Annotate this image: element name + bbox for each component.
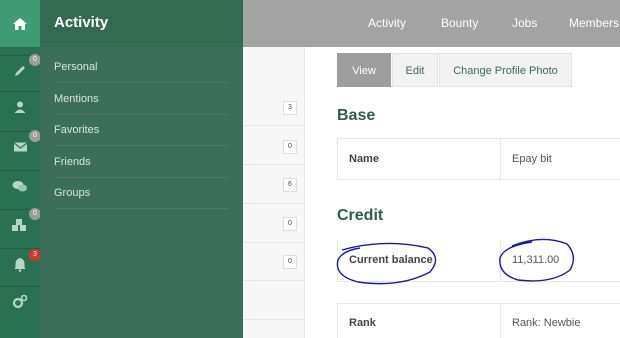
menu-item-groups[interactable]: Groups [54, 178, 229, 209]
rail-item-comments[interactable] [0, 170, 40, 201]
bell-icon [14, 257, 26, 272]
pencil-icon [15, 66, 25, 76]
menu-item-mentions[interactable]: Mentions [54, 84, 229, 115]
cubes-icon [12, 219, 26, 231]
annotation-circle-value [499, 238, 575, 282]
profile-row-name [337, 138, 620, 180]
nav-bounty[interactable]: Bounty [441, 0, 478, 47]
menu-item-personal[interactable]: Personal [54, 52, 229, 83]
flyout-title: Activity [54, 14, 109, 31]
nav-jobs[interactable]: Jobs [512, 0, 537, 47]
count-badge: 6 [283, 178, 297, 192]
annotation-circle-label [336, 242, 437, 285]
rail-item-settings[interactable] [0, 286, 40, 317]
rail-item-user[interactable] [0, 91, 40, 122]
gears-icon [12, 294, 28, 309]
envelope-icon [13, 142, 27, 152]
user-icon [14, 101, 26, 113]
column-divider [500, 138, 501, 180]
home-icon [13, 17, 27, 30]
count-badge: 0 [283, 217, 297, 231]
count-badge: 3 [283, 101, 297, 115]
comments-icon [12, 180, 27, 191]
column-divider [500, 303, 501, 338]
field-label-rank: Rank [349, 317, 376, 329]
field-value-rank: Rank: Newbie [512, 317, 581, 329]
menu-item-favorites[interactable]: Favorites [54, 115, 229, 146]
menu-item-friends[interactable]: Friends [54, 147, 229, 178]
home-button[interactable] [0, 0, 40, 47]
nav-activity[interactable]: Activity [368, 0, 406, 47]
count-badge: 0 [283, 140, 297, 154]
section-title-credit: Credit [337, 207, 384, 224]
count-badge: 0 [283, 255, 297, 269]
section-title-base: Base [337, 107, 376, 124]
tab-view[interactable]: View [337, 53, 391, 87]
nav-members[interactable]: Members [569, 0, 619, 47]
tab-change-profile-photo[interactable]: Change Profile Photo [439, 53, 572, 87]
list-item[interactable] [243, 282, 305, 320]
tab-edit[interactable]: Edit [392, 53, 438, 87]
field-label-name: Name [349, 153, 379, 165]
field-value-name: Epay bit [512, 153, 552, 165]
